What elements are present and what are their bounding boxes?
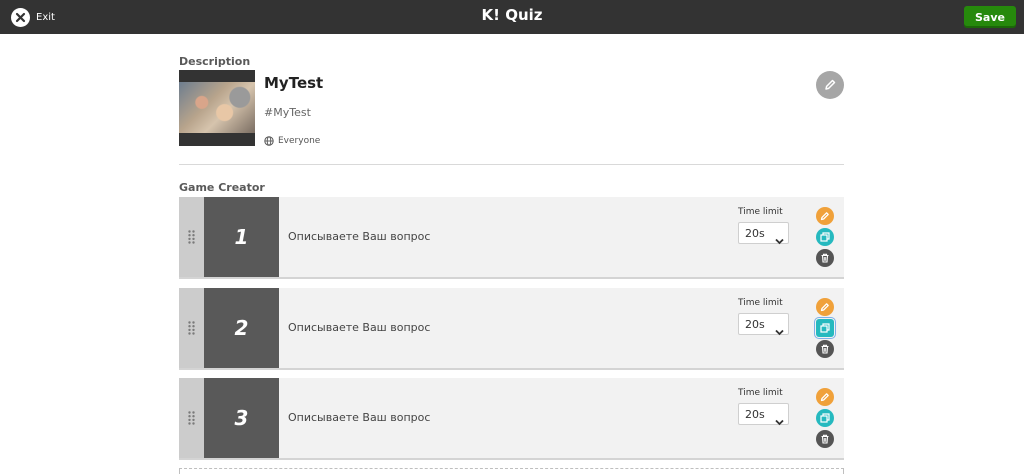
delete-question-button[interactable]: [816, 249, 834, 267]
edit-question-button[interactable]: [816, 207, 834, 225]
duplicate-question-button[interactable]: [816, 409, 834, 427]
chevron-down-icon: [775, 321, 784, 340]
app-title: K! Quiz: [0, 6, 1024, 24]
question-card[interactable]: 3 Описываете Ваш вопрос Time limit 20s: [179, 378, 844, 460]
visibility-label: Everyone: [278, 135, 321, 146]
question-card[interactable]: 1 Описываете Ваш вопрос Time limit 20s: [179, 197, 844, 279]
drag-handle[interactable]: [179, 197, 204, 277]
section-divider: [179, 164, 844, 165]
question-text[interactable]: Описываете Ваш вопрос: [288, 230, 430, 243]
duplicate-question-button[interactable]: [814, 317, 836, 339]
time-limit-select[interactable]: 20s: [738, 403, 789, 426]
kahoot-logo: K!: [481, 6, 500, 24]
edit-question-button[interactable]: [816, 298, 834, 316]
delete-question-button[interactable]: [816, 340, 834, 358]
exit-label: Exit: [36, 12, 55, 23]
save-button[interactable]: Save: [964, 6, 1016, 28]
game-creator-heading: Game Creator: [179, 181, 265, 194]
app-title-text: Quiz: [505, 6, 543, 24]
question-text[interactable]: Описываете Ваш вопрос: [288, 321, 430, 334]
chevron-down-icon: [775, 411, 784, 430]
description-heading: Description: [179, 55, 251, 68]
globe-icon: [264, 131, 274, 150]
drag-handle[interactable]: [179, 288, 204, 368]
question-text[interactable]: Описываете Ваш вопрос: [288, 411, 430, 424]
edit-question-button[interactable]: [816, 388, 834, 406]
cover-image[interactable]: [179, 70, 255, 146]
question-number: 1: [204, 197, 279, 277]
question-number: 2: [204, 288, 279, 368]
time-limit-value: 20s: [745, 227, 765, 240]
time-limit-value: 20s: [745, 318, 765, 331]
time-limit-select[interactable]: 20s: [738, 313, 789, 336]
delete-question-button[interactable]: [816, 430, 834, 448]
close-icon: [11, 8, 30, 27]
quiz-title: MyTest: [264, 74, 324, 92]
chevron-down-icon: [775, 230, 784, 249]
quiz-hashtag: #MyTest: [264, 106, 311, 119]
exit-button[interactable]: Exit: [11, 8, 55, 27]
time-limit-value: 20s: [745, 408, 765, 421]
cover-photo: [179, 82, 255, 133]
time-limit-select[interactable]: 20s: [738, 222, 789, 245]
time-limit-label: Time limit: [738, 298, 783, 308]
question-card[interactable]: 2 Описываете Ваш вопрос Time limit 20s: [179, 288, 844, 370]
question-number: 3: [204, 378, 279, 458]
duplicate-question-button[interactable]: [816, 228, 834, 246]
time-limit-label: Time limit: [738, 207, 783, 217]
visibility-info: Everyone: [264, 131, 320, 150]
edit-description-button[interactable]: [816, 71, 844, 99]
add-question-dropzone[interactable]: [179, 468, 844, 474]
drag-handle[interactable]: [179, 378, 204, 458]
time-limit-label: Time limit: [738, 388, 783, 398]
top-bar: Exit K! Quiz Save: [0, 0, 1024, 34]
